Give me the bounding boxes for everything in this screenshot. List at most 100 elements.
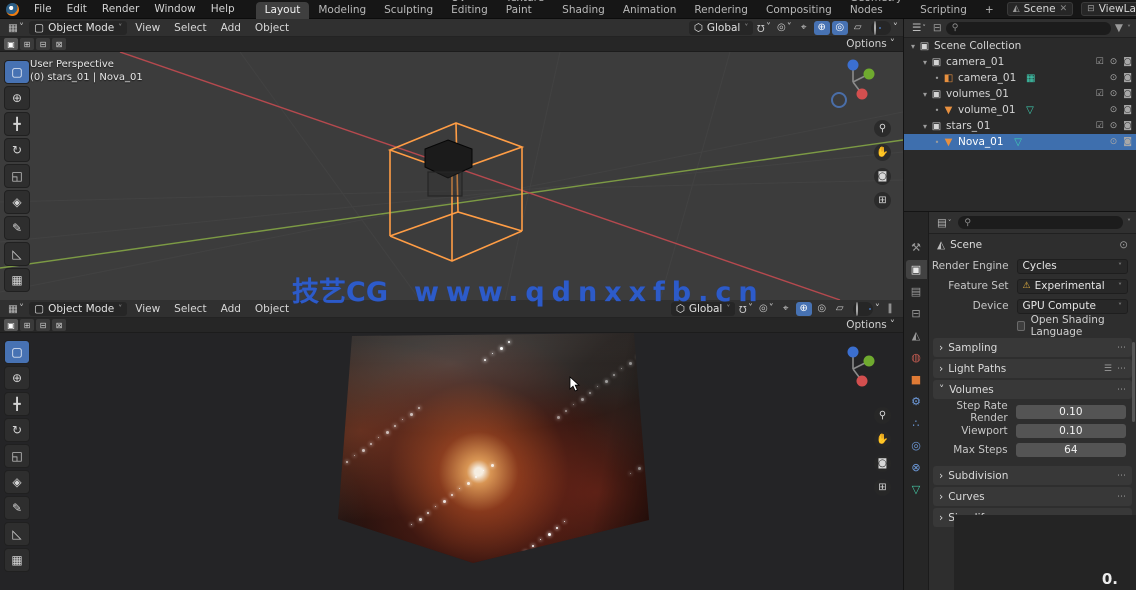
viewport-menu-view[interactable]: View: [129, 303, 166, 315]
move-tool-button[interactable]: ╋: [4, 392, 30, 416]
annotate-tool-button[interactable]: ✎: [4, 216, 30, 240]
exclude-checkbox-toggle[interactable]: ☑: [1096, 57, 1104, 67]
rotate-tool-button[interactable]: ↻: [4, 138, 30, 162]
blender-logo-icon[interactable]: [6, 3, 19, 16]
render-engine-select[interactable]: Cycles˅: [1017, 259, 1128, 274]
properties-scrollbar[interactable]: [1132, 342, 1135, 422]
workspace-tab-shading[interactable]: Shading: [553, 2, 614, 19]
select-mode-subtract-icon[interactable]: ⊟: [36, 38, 50, 50]
hide-in-viewport-toggle[interactable]: ⊙: [1110, 57, 1118, 67]
disable-in-render-toggle[interactable]: ◙: [1123, 121, 1132, 131]
viewport-bottom-canvas[interactable]: ▢⊕╋↻◱◈✎◺▦ ⚲ ✋ ◙ ⊞: [0, 333, 903, 590]
viewport-menu-object[interactable]: Object: [249, 303, 295, 315]
panel-header-sampling[interactable]: ›Sampling⋯: [933, 338, 1132, 357]
properties-tab-data[interactable]: ▽: [906, 480, 927, 499]
outliner-options-icon[interactable]: ˅: [1127, 24, 1131, 33]
scene-selector[interactable]: ◭ Scene ✕: [1007, 2, 1073, 16]
axis-y-handle[interactable]: [864, 69, 875, 80]
workspace-tab-texture-paint[interactable]: Texture Paint: [497, 0, 553, 19]
outliner-row[interactable]: ▾▣Scene Collection: [904, 38, 1136, 54]
properties-options-icon[interactable]: ˅: [1127, 218, 1131, 227]
outliner-row[interactable]: •◧camera_01▦⊙◙: [904, 70, 1136, 86]
hide-in-viewport-toggle[interactable]: ⊙: [1110, 89, 1118, 99]
xray-toggle-icon[interactable]: ▱: [832, 302, 848, 316]
axis-negz-handle[interactable]: [832, 93, 846, 107]
hide-in-viewport-toggle[interactable]: ⊙: [1110, 137, 1118, 147]
properties-tab-object[interactable]: ■: [906, 370, 927, 389]
panel-header-volumes[interactable]: ˅Volumes⋯: [933, 380, 1132, 399]
unlink-scene-icon[interactable]: ✕: [1060, 4, 1068, 14]
proportional-editing-icon[interactable]: ◎˅: [775, 21, 794, 35]
gizmos-toggle-icon[interactable]: ⊕: [796, 302, 812, 316]
select-mode-set-icon[interactable]: ▣: [4, 38, 18, 50]
select-mode-intersect-icon[interactable]: ⊠: [52, 38, 66, 50]
axis-y-handle[interactable]: [864, 356, 875, 367]
properties-tab-physics[interactable]: ◎: [906, 436, 927, 455]
axis-z-handle[interactable]: [848, 347, 859, 358]
hide-in-viewport-toggle[interactable]: ⊙: [1110, 73, 1118, 83]
hide-in-viewport-toggle[interactable]: ⊙: [1110, 121, 1118, 131]
workspace-tab-geometry-nodes[interactable]: Geometry Nodes: [841, 0, 911, 19]
disable-in-render-toggle[interactable]: ◙: [1123, 89, 1132, 99]
hide-in-viewport-toggle[interactable]: ⊙: [1110, 105, 1118, 115]
properties-tab-modifiers[interactable]: ⚙: [906, 392, 927, 411]
select-mode-intersect-icon[interactable]: ⊠: [52, 319, 66, 331]
viewport-top-canvas[interactable]: User Perspective (0) stars_01 | Nova_01 …: [0, 52, 903, 300]
properties-tab-output[interactable]: ▤: [906, 282, 927, 301]
perspective-toggle-icon[interactable]: ⊞: [874, 192, 891, 209]
shading-material-button[interactable]: [883, 27, 885, 29]
tool-options-dropdown[interactable]: Options˅: [846, 319, 899, 331]
transform-tool-button[interactable]: ◈: [4, 190, 30, 214]
max-steps-value[interactable]: 64: [1016, 443, 1126, 457]
zoom-view-icon[interactable]: ⚲: [874, 120, 891, 137]
disable-in-render-toggle[interactable]: ◙: [1123, 105, 1132, 115]
add-cube-tool-button[interactable]: ▦: [4, 548, 30, 572]
menu-help[interactable]: Help: [204, 2, 242, 16]
display-mode-icon[interactable]: ⊟: [933, 22, 942, 34]
shading-solid-button[interactable]: [861, 308, 863, 310]
disable-in-render-toggle[interactable]: ◙: [1123, 73, 1132, 83]
navigation-gizmo-bottom[interactable]: [831, 343, 877, 393]
editor-type-icon[interactable]: ▦˅: [5, 22, 27, 34]
step-rate-render-value[interactable]: 0.10: [1016, 405, 1126, 419]
proportional-editing-icon[interactable]: ◎˅: [757, 302, 776, 316]
select-box-tool-button[interactable]: ▢: [4, 340, 30, 364]
snap-magnet-icon[interactable]: Ω˅: [737, 302, 755, 316]
viewport-menu-select[interactable]: Select: [168, 22, 212, 34]
workspace-tab-compositing[interactable]: Compositing: [757, 2, 841, 19]
disable-in-render-toggle[interactable]: ◙: [1123, 137, 1132, 147]
outliner-row[interactable]: ▾▣camera_01☑⊙◙: [904, 54, 1136, 70]
visibility-dropdown-icon[interactable]: ⌖: [778, 302, 794, 316]
properties-editor-type-icon[interactable]: ▤˅: [934, 217, 954, 229]
menu-file[interactable]: File: [27, 2, 59, 16]
orientation-dropdown[interactable]: ⬡Global˅: [689, 21, 754, 35]
menu-edit[interactable]: Edit: [60, 2, 94, 16]
pause-render-button[interactable]: ‖: [882, 302, 898, 316]
xray-toggle-icon[interactable]: ▱: [850, 21, 866, 35]
properties-tab-scene[interactable]: ◭: [906, 326, 927, 345]
cursor-tool-button[interactable]: ⊕: [4, 366, 30, 390]
preset-list-icon[interactable]: ☰: [1104, 364, 1112, 374]
disclosure-triangle-icon[interactable]: ▾: [920, 122, 930, 131]
properties-tab-world[interactable]: ◍: [906, 348, 927, 367]
workspace-tab-modeling[interactable]: Modeling: [309, 2, 375, 19]
panel-header-light-paths[interactable]: ›Light Paths☰⋯: [933, 359, 1132, 378]
orientation-dropdown[interactable]: ⬡Global˅: [671, 302, 736, 316]
shading-wireframe-button[interactable]: [855, 302, 859, 316]
properties-tab-tool[interactable]: ⚒: [906, 238, 927, 257]
workspace-tab-animation[interactable]: Animation: [614, 2, 686, 19]
select-box-tool-button[interactable]: ▢: [4, 60, 30, 84]
disclosure-triangle-icon[interactable]: ▾: [920, 58, 930, 67]
shading-material-button[interactable]: [865, 308, 867, 310]
transform-tool-button[interactable]: ◈: [4, 470, 30, 494]
overlays-toggle-icon[interactable]: ◎: [814, 302, 830, 316]
outliner-row[interactable]: •▼Nova_01▽⊙◙: [904, 134, 1136, 150]
viewport-menu-object[interactable]: Object: [249, 22, 295, 34]
properties-tab-particles[interactable]: ∴: [906, 414, 927, 433]
outliner-row[interactable]: •▼volume_01▽⊙◙: [904, 102, 1136, 118]
mode-dropdown[interactable]: ▢Object Mode˅: [29, 302, 127, 316]
zoom-view-icon[interactable]: ⚲: [874, 407, 891, 424]
shading-rendered-button[interactable]: [887, 27, 889, 29]
axis-x-handle[interactable]: [857, 89, 868, 100]
cursor-tool-button[interactable]: ⊕: [4, 86, 30, 110]
